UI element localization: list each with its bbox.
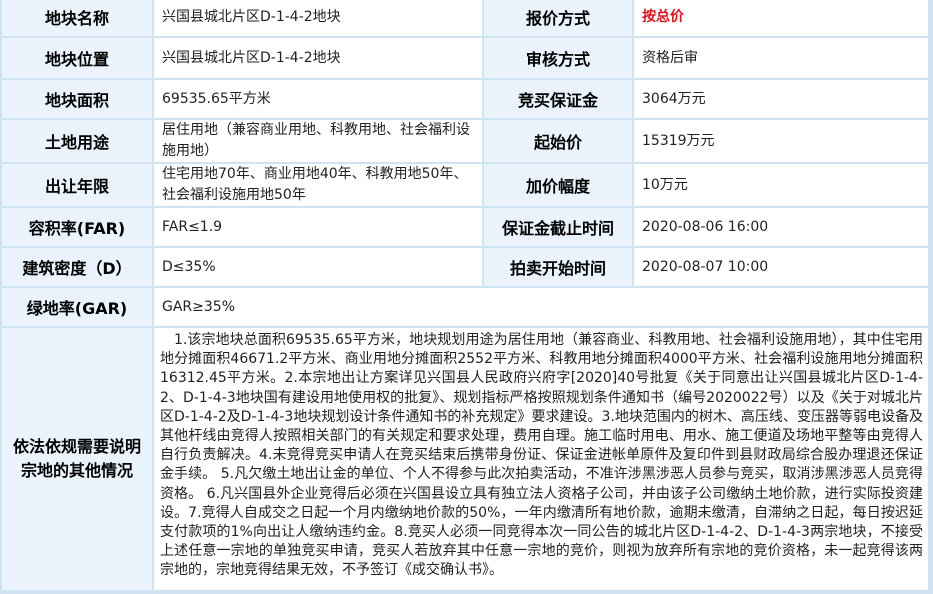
label-bid-deposit: 竞买保证金 bbox=[484, 80, 632, 118]
value-lease-term: 住宅用地70年、商业用地40年、科教用地50年、社会福利设施用地50年 bbox=[154, 164, 482, 206]
land-info-table: 地块名称 兴国县城北片区D-1-4-2地块 报价方式 按总价 地块位置 兴国县城… bbox=[0, 0, 933, 594]
label-green-ratio: 绿地率(GAR) bbox=[2, 288, 152, 326]
value-bid-deposit: 3064万元 bbox=[634, 80, 928, 118]
label-parcel-name: 地块名称 bbox=[2, 0, 152, 36]
value-deposit-deadline: 2020-08-06 16:00 bbox=[634, 208, 928, 246]
label-review-method: 审核方式 bbox=[484, 38, 632, 78]
value-land-use: 居住用地（兼容商业用地、科教用地、社会福利设施用地） bbox=[154, 120, 482, 162]
value-parcel-area: 69535.65平方米 bbox=[154, 80, 482, 118]
label-land-use: 土地用途 bbox=[2, 120, 152, 162]
value-parcel-location: 兴国县城北片区D-1-4-2地块 bbox=[154, 38, 482, 78]
value-starting-price: 15319万元 bbox=[634, 120, 928, 162]
label-starting-price: 起始价 bbox=[484, 120, 632, 162]
label-lease-term: 出让年限 bbox=[2, 164, 152, 206]
value-quote-method: 按总价 bbox=[634, 0, 928, 36]
label-auction-start: 拍卖开始时间 bbox=[484, 248, 632, 286]
value-auction-start: 2020-08-07 10:00 bbox=[634, 248, 928, 286]
label-building-density: 建筑密度（D） bbox=[2, 248, 152, 286]
value-green-ratio: GAR≥35% bbox=[154, 288, 928, 326]
value-bid-increment: 10万元 bbox=[634, 164, 928, 206]
value-review-method: 资格后审 bbox=[634, 38, 928, 78]
other-notes-text: 1.该宗地块总面积69535.65平方米，地块规划用途为居住用地（兼容商业、科教… bbox=[154, 328, 928, 590]
label-parcel-location: 地块位置 bbox=[2, 38, 152, 78]
label-other-notes: 依法依规需要说明宗地的其他情况 bbox=[2, 328, 152, 590]
label-deposit-deadline: 保证金截止时间 bbox=[484, 208, 632, 246]
label-parcel-area: 地块面积 bbox=[2, 80, 152, 118]
value-parcel-name: 兴国县城北片区D-1-4-2地块 bbox=[154, 0, 482, 36]
label-far: 容积率(FAR) bbox=[2, 208, 152, 246]
value-building-density: D≤35% bbox=[154, 248, 482, 286]
value-far: FAR≤1.9 bbox=[154, 208, 482, 246]
label-quote-method: 报价方式 bbox=[484, 0, 632, 36]
label-bid-increment: 加价幅度 bbox=[484, 164, 632, 206]
